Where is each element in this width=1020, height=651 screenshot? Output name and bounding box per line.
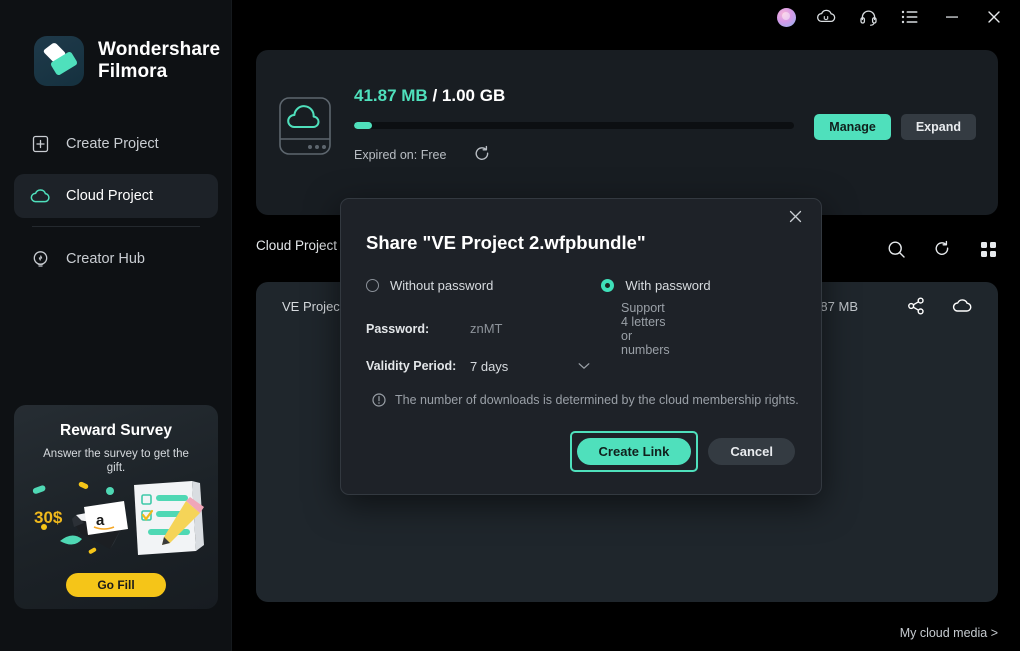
cloud-drive-icon xyxy=(279,97,331,155)
file-plus-icon xyxy=(30,134,50,154)
storage-used: 41.87 MB xyxy=(354,86,428,105)
cloud-icon[interactable] xyxy=(952,296,972,316)
dialog-title: Share "VE Project 2.wfpbundle" xyxy=(366,232,646,253)
sidebar-item-label: Cloud Project xyxy=(66,188,154,204)
dialog-actions: Create Link Cancel xyxy=(569,431,795,472)
notice-text: The number of downloads is determined by… xyxy=(395,393,799,407)
chevron-down-icon xyxy=(578,357,590,375)
radio-label: Without password xyxy=(390,278,494,293)
create-link-button[interactable]: Create Link xyxy=(576,438,692,465)
storage-total: 1.00 GB xyxy=(441,86,506,105)
storage-quota: 41.87 MB / 1.00 GB xyxy=(354,86,505,106)
create-link-focus-ring: Create Link xyxy=(569,431,699,472)
share-icon[interactable] xyxy=(906,296,926,316)
svg-text:a: a xyxy=(96,512,105,529)
refresh-icon[interactable] xyxy=(473,145,493,165)
brand-line-2: Filmora xyxy=(98,61,168,82)
manage-button[interactable]: Manage xyxy=(814,114,891,140)
content-tools xyxy=(886,239,998,259)
password-field-row: Password: znMT Support 4 letters or numb… xyxy=(366,301,670,357)
lightbulb-icon xyxy=(30,249,50,269)
promo-illustration: 30$ a xyxy=(32,481,204,555)
sidebar-nav: Create Project Cloud Project Creator Hub xyxy=(14,122,218,289)
row-actions xyxy=(906,296,972,316)
reward-survey-card[interactable]: Reward Survey Answer the survey to get t… xyxy=(14,405,218,609)
storage-separator: / xyxy=(432,86,438,105)
radio-dot xyxy=(601,279,615,292)
storage-card: 41.87 MB / 1.00 GB Expired on: Free Mana… xyxy=(256,50,998,215)
validity-value: 7 days xyxy=(470,358,509,374)
share-dialog: Share "VE Project 2.wfpbundle" Without p… xyxy=(340,198,822,495)
sidebar-divider xyxy=(32,226,200,227)
storage-actions: Manage Expand xyxy=(814,114,976,140)
radio-dot xyxy=(366,279,379,292)
sidebar-item-cloud-project[interactable]: Cloud Project xyxy=(14,174,218,218)
validity-field-row: Validity Period: 7 days xyxy=(366,357,590,375)
svg-text:30$: 30$ xyxy=(34,508,63,527)
sidebar-item-label: Create Project xyxy=(66,136,159,152)
sidebar: Wondershare Filmora Create Project Cloud… xyxy=(0,0,232,651)
password-label: Password: xyxy=(366,321,430,336)
promo-title: Reward Survey xyxy=(60,422,172,439)
cancel-button[interactable]: Cancel xyxy=(708,438,795,465)
download-notice: The number of downloads is determined by… xyxy=(372,393,799,407)
cloud-icon xyxy=(30,186,50,206)
sidebar-item-label: Creator Hub xyxy=(66,251,145,267)
info-icon xyxy=(372,393,386,407)
password-mode-group: Without password With password xyxy=(366,278,711,293)
refresh-icon[interactable] xyxy=(932,239,952,259)
promo-subtitle: Answer the survey to get the gift. xyxy=(43,448,189,474)
filmora-logo-icon xyxy=(34,36,84,86)
radio-with-password[interactable]: With password xyxy=(601,278,711,293)
my-cloud-media-link[interactable]: My cloud media > xyxy=(900,626,998,640)
sidebar-item-creator-hub[interactable]: Creator Hub xyxy=(14,237,218,281)
sidebar-item-create-project[interactable]: Create Project xyxy=(14,122,218,166)
expand-button[interactable]: Expand xyxy=(900,114,976,140)
storage-expiry: Expired on: Free xyxy=(354,148,447,162)
password-value[interactable]: znMT xyxy=(470,321,503,336)
grid-view-icon[interactable] xyxy=(978,239,998,259)
brand-line-1: Wondershare xyxy=(98,39,221,60)
validity-label: Validity Period: xyxy=(366,359,457,373)
radio-without-password[interactable]: Without password xyxy=(366,278,493,293)
close-icon[interactable] xyxy=(788,209,808,229)
app-window: Wondershare Filmora Create Project Cloud… xyxy=(0,0,1020,651)
password-hint: Support 4 letters or numbers xyxy=(621,300,670,357)
validity-select[interactable]: 7 days xyxy=(470,357,590,375)
brand-name: Wondershare Filmora xyxy=(98,39,220,83)
storage-progress-bar xyxy=(354,122,794,129)
radio-label: With password xyxy=(625,278,711,293)
go-fill-button[interactable]: Go Fill xyxy=(66,573,166,597)
search-icon[interactable] xyxy=(886,239,906,259)
brand: Wondershare Filmora xyxy=(34,36,220,86)
